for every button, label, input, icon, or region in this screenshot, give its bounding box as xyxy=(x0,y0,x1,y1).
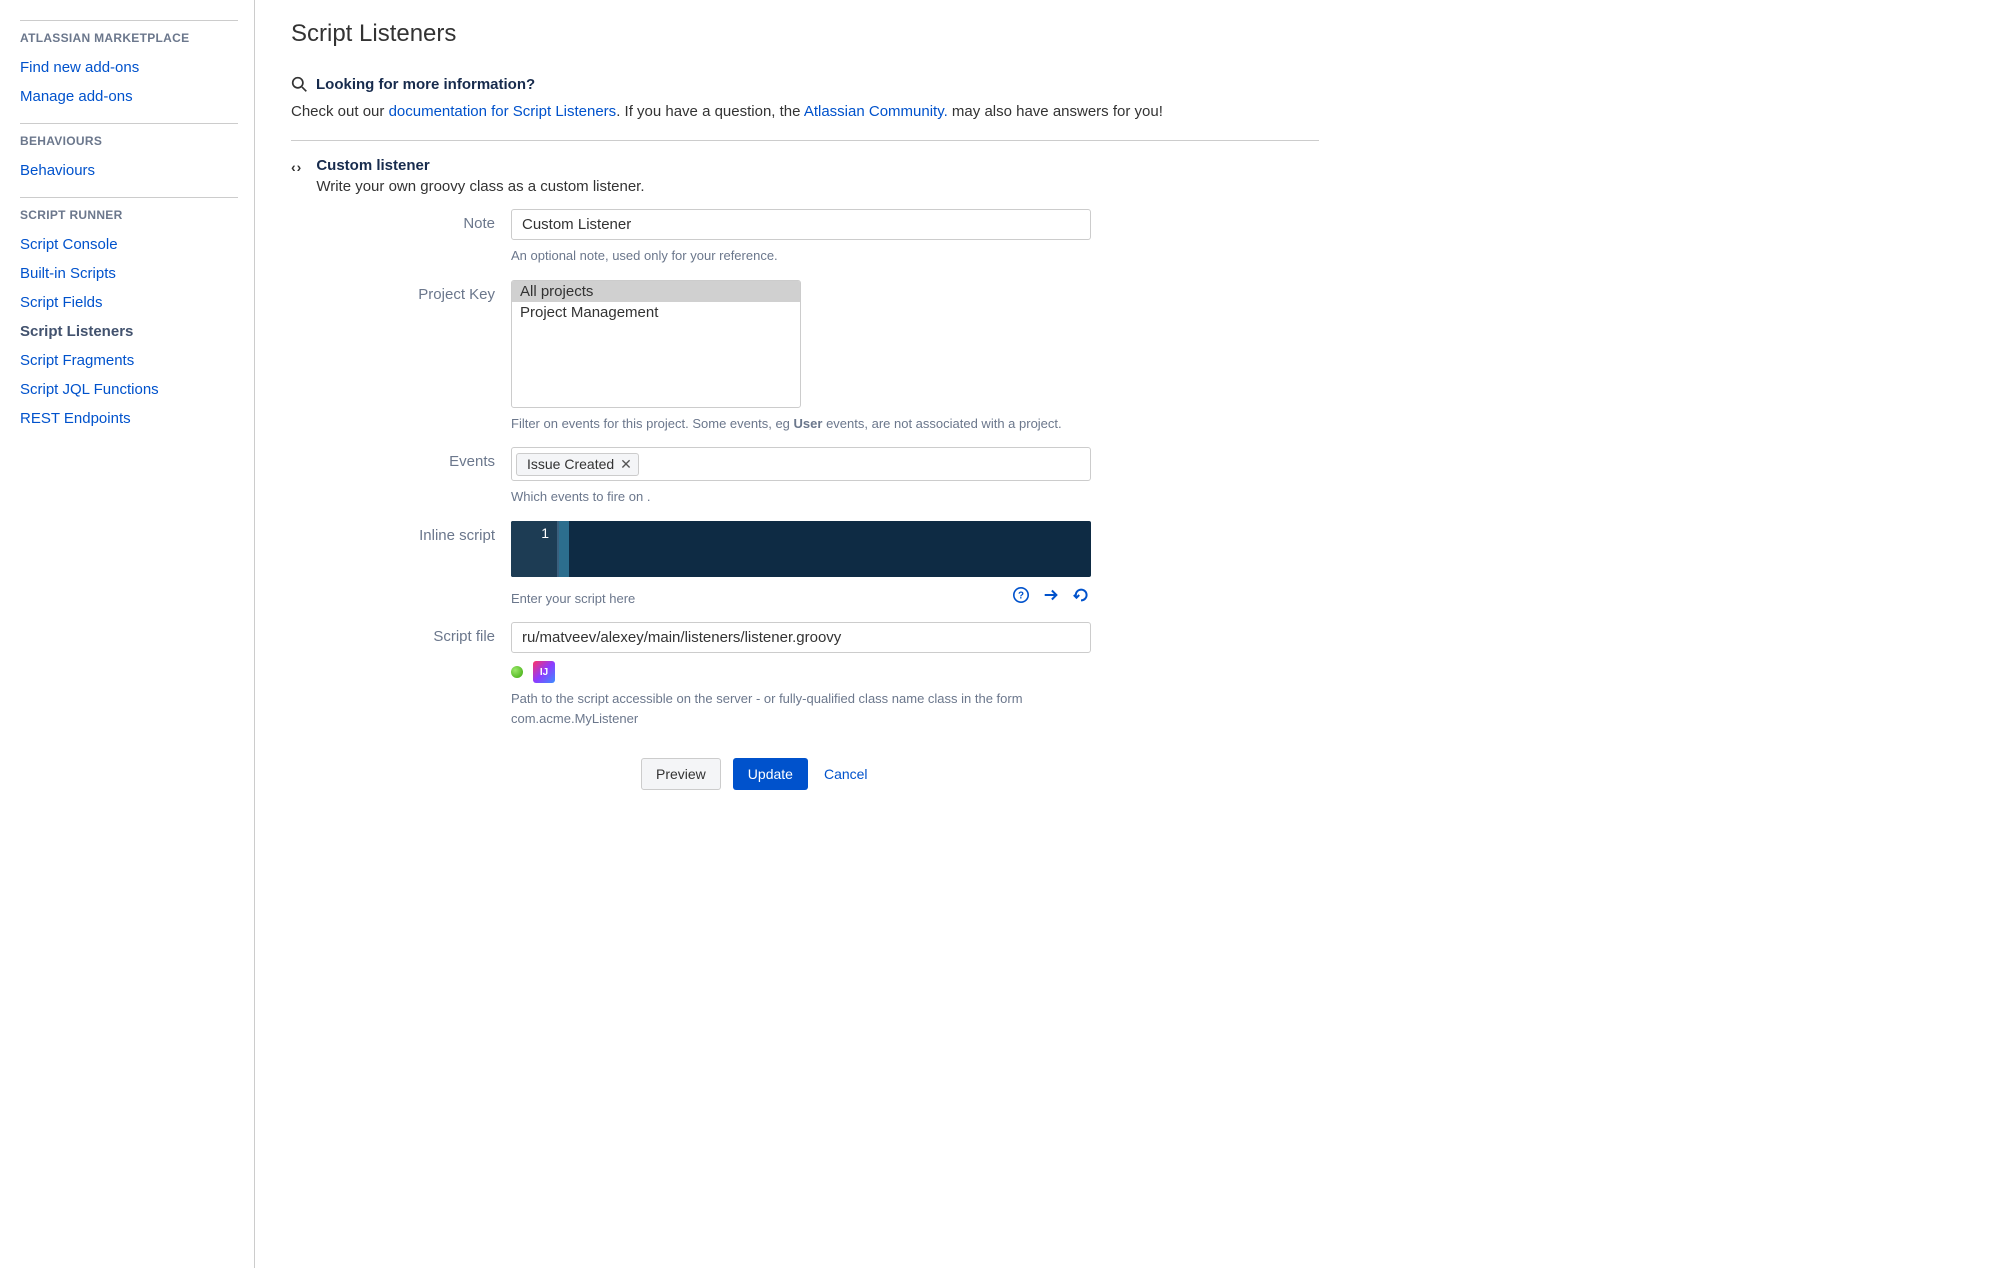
inline-script-helper: Enter your script here xyxy=(511,589,635,609)
code-cursor-indicator xyxy=(559,521,569,577)
project-key-listbox[interactable]: All projects Project Management xyxy=(511,280,801,408)
divider xyxy=(291,140,1319,141)
search-icon xyxy=(291,76,308,93)
sidebar-item-behaviours[interactable]: Behaviours xyxy=(20,156,238,185)
label-note: Note xyxy=(291,209,511,232)
sidebar-heading: ATLASSIAN MARKETPLACE xyxy=(20,31,238,45)
script-file-input[interactable] xyxy=(511,622,1091,653)
remove-icon[interactable]: ✕ xyxy=(620,456,632,473)
events-input[interactable]: Issue Created ✕ xyxy=(511,447,1091,481)
update-button[interactable]: Update xyxy=(733,758,808,790)
doc-link[interactable]: documentation for Script Listeners xyxy=(389,103,617,120)
event-tag: Issue Created ✕ xyxy=(516,453,639,476)
label-script-file: Script file xyxy=(291,622,511,645)
help-icon[interactable]: ? xyxy=(1011,585,1031,605)
sidebar-section-marketplace: ATLASSIAN MARKETPLACE Find new add-ons M… xyxy=(20,20,238,111)
row-script-file: Script file IJ Path to the script access… xyxy=(291,622,1319,728)
main-content: Script Listeners Looking for more inform… xyxy=(255,0,1355,1268)
tag-label: Issue Created xyxy=(527,456,614,472)
sidebar-item-script-fragments[interactable]: Script Fragments xyxy=(20,346,238,375)
script-file-helper: Path to the script accessible on the ser… xyxy=(511,689,1091,728)
label-inline-script: Inline script xyxy=(291,521,511,544)
form-header-desc: Write your own groovy class as a custom … xyxy=(316,178,644,195)
sidebar-item-script-fields[interactable]: Script Fields xyxy=(20,288,238,317)
sidebar-item-built-in-scripts[interactable]: Built-in Scripts xyxy=(20,259,238,288)
listbox-option[interactable]: All projects xyxy=(512,281,800,302)
code-gutter: 1 xyxy=(511,521,559,577)
events-helper: Which events to fire on . xyxy=(511,487,1091,507)
preview-button[interactable]: Preview xyxy=(641,758,721,790)
intellij-icon[interactable]: IJ xyxy=(533,661,555,683)
note-input[interactable] xyxy=(511,209,1091,240)
row-note: Note An optional note, used only for you… xyxy=(291,209,1319,266)
note-helper: An optional note, used only for your ref… xyxy=(511,246,1091,266)
code-editor[interactable]: 1 xyxy=(511,521,1091,577)
info-text: Check out our documentation for Script L… xyxy=(291,103,1319,120)
row-events: Events Issue Created ✕ Which events to f… xyxy=(291,447,1319,507)
listbox-option[interactable]: Project Management xyxy=(512,302,800,323)
sidebar-item-find-new-addons[interactable]: Find new add-ons xyxy=(20,53,238,82)
community-link[interactable]: Atlassian Community. xyxy=(804,103,948,120)
sidebar: ATLASSIAN MARKETPLACE Find new add-ons M… xyxy=(0,0,255,1268)
button-row: Preview Update Cancel xyxy=(511,758,1319,790)
info-title: Looking for more information? xyxy=(316,76,535,93)
arrow-right-icon[interactable] xyxy=(1041,585,1061,605)
svg-text:?: ? xyxy=(1018,591,1024,602)
sidebar-item-script-console[interactable]: Script Console xyxy=(20,230,238,259)
row-project-key: Project Key All projects Project Managem… xyxy=(291,280,1319,434)
form-header: ‹› Custom listener Write your own groovy… xyxy=(291,157,1319,195)
label-events: Events xyxy=(291,447,511,470)
form-header-title: Custom listener xyxy=(316,157,644,174)
undo-icon[interactable] xyxy=(1071,585,1091,605)
sidebar-item-script-listeners[interactable]: Script Listeners xyxy=(20,317,238,346)
sidebar-item-rest-endpoints[interactable]: REST Endpoints xyxy=(20,404,238,433)
code-icon: ‹› xyxy=(291,159,302,175)
code-body[interactable] xyxy=(569,521,1091,577)
status-ok-icon xyxy=(511,666,523,678)
label-project-key: Project Key xyxy=(291,280,511,303)
sidebar-item-manage-addons[interactable]: Manage add-ons xyxy=(20,82,238,111)
cancel-button[interactable]: Cancel xyxy=(820,759,872,789)
info-panel: Looking for more information? Check out … xyxy=(291,76,1319,120)
sidebar-heading: BEHAVIOURS xyxy=(20,134,238,148)
sidebar-heading: SCRIPT RUNNER xyxy=(20,208,238,222)
page-title: Script Listeners xyxy=(291,20,1319,48)
sidebar-item-script-jql-functions[interactable]: Script JQL Functions xyxy=(20,375,238,404)
row-inline-script: Inline script 1 Enter your script here ? xyxy=(291,521,1319,609)
sidebar-section-script-runner: SCRIPT RUNNER Script Console Built-in Sc… xyxy=(20,197,238,433)
project-key-helper: Filter on events for this project. Some … xyxy=(511,414,1091,434)
sidebar-section-behaviours: BEHAVIOURS Behaviours xyxy=(20,123,238,185)
